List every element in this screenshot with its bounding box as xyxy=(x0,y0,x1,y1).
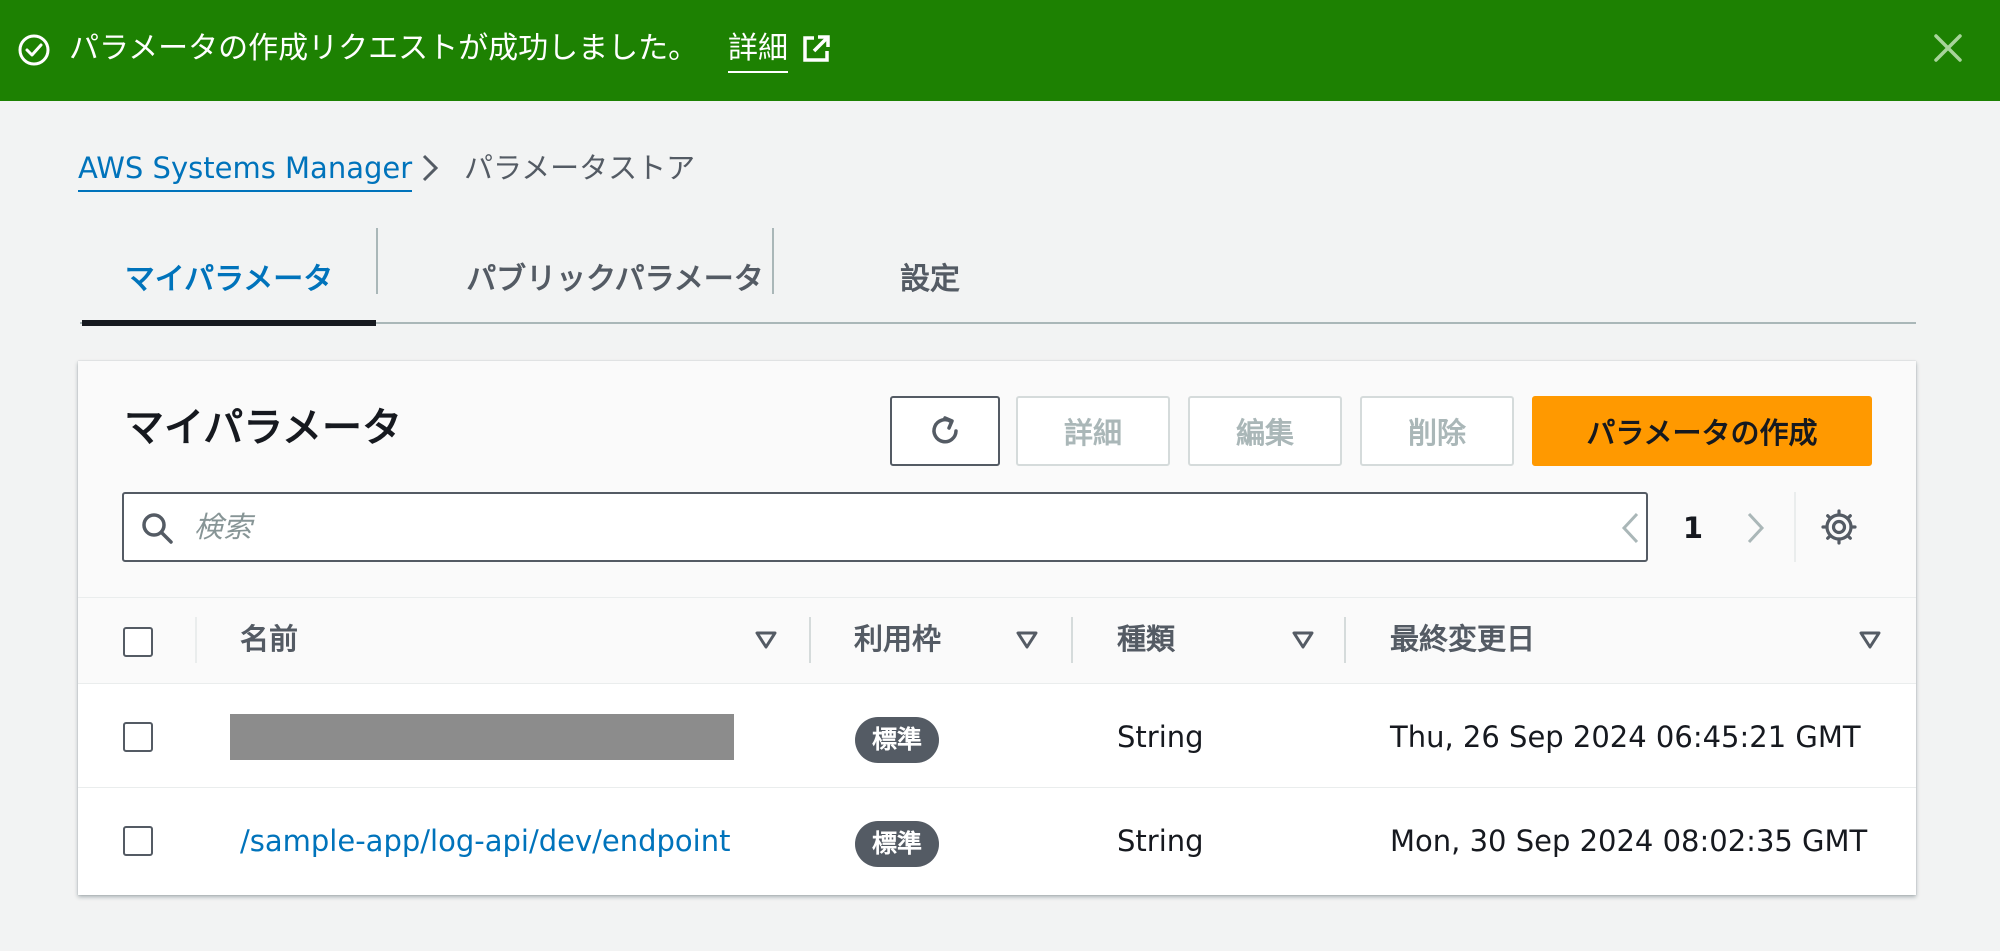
tab-settings[interactable]: 設定 xyxy=(774,228,1086,324)
external-link-icon[interactable] xyxy=(800,33,832,65)
chevron-right-icon[interactable] xyxy=(1738,509,1772,547)
breadcrumb-link-systems-manager[interactable]: AWS Systems Manager xyxy=(78,146,413,192)
sort-down-icon[interactable] xyxy=(1015,630,1039,650)
parameters-panel: マイパラメータ 詳細 編集 削除 パラメータの作成 1 xyxy=(78,361,1916,895)
column-divider[interactable] xyxy=(1071,617,1073,663)
chevron-right-icon xyxy=(422,154,439,182)
column-header-type[interactable]: 種類 xyxy=(1117,617,1175,661)
breadcrumb-current: パラメータストア xyxy=(464,151,696,185)
sort-down-icon[interactable] xyxy=(754,630,778,650)
delete-button[interactable]: 削除 xyxy=(1360,396,1514,466)
column-divider[interactable] xyxy=(809,617,811,663)
check-circle-icon xyxy=(18,34,50,66)
refresh-icon xyxy=(932,416,958,444)
column-header-name[interactable]: 名前 xyxy=(240,617,298,661)
search-box xyxy=(122,492,1648,562)
redacted-parameter-name xyxy=(230,714,734,760)
table-header: 名前 利用枠 種類 最終変更日 xyxy=(78,598,1916,684)
column-header-tier[interactable]: 利用枠 xyxy=(854,617,941,661)
flash-details-link[interactable]: 詳細 xyxy=(728,27,788,73)
row-checkbox[interactable] xyxy=(123,826,153,856)
create-parameter-button[interactable]: パラメータの作成 xyxy=(1532,396,1872,466)
panel-header: マイパラメータ 詳細 編集 削除 パラメータの作成 1 xyxy=(78,361,1916,598)
last-modified-date: Thu, 26 Sep 2024 06:45:21 GMT xyxy=(1390,720,1861,754)
tab-my-parameters[interactable]: マイパラメータ xyxy=(82,228,376,326)
search-input[interactable] xyxy=(194,502,1624,552)
sort-down-icon[interactable] xyxy=(1858,630,1882,650)
tier-badge: 標準 xyxy=(855,717,940,763)
row-checkbox[interactable] xyxy=(123,722,153,752)
parameter-type: String xyxy=(1117,824,1204,858)
flash-message: パラメータの作成リクエストが成功しました。 xyxy=(69,31,699,66)
last-modified-date: Mon, 30 Sep 2024 08:02:35 GMT xyxy=(1390,824,1868,858)
current-page-number[interactable]: 1 xyxy=(1680,506,1706,550)
success-flash-banner: パラメータの作成リクエストが成功しました。 詳細 xyxy=(0,0,2000,101)
edit-button[interactable]: 編集 xyxy=(1188,396,1342,466)
column-divider[interactable] xyxy=(1344,617,1346,663)
select-all-checkbox[interactable] xyxy=(123,627,153,657)
refresh-button[interactable] xyxy=(890,396,1000,466)
column-header-last-modified[interactable]: 最終変更日 xyxy=(1390,617,1535,661)
search-icon xyxy=(142,513,173,544)
sort-down-icon[interactable] xyxy=(1291,630,1315,650)
tab-list: マイパラメータ パブリックパラメータ 設定 xyxy=(80,228,1916,326)
table-row[interactable]: /sample-app/log-api/dev/endpoint 標準 Stri… xyxy=(78,789,1916,893)
close-icon[interactable] xyxy=(1930,30,1966,66)
column-divider xyxy=(195,617,197,663)
pager-divider xyxy=(1794,492,1796,562)
details-button[interactable]: 詳細 xyxy=(1016,396,1170,466)
chevron-left-icon[interactable] xyxy=(1614,509,1648,547)
parameter-name-link[interactable]: /sample-app/log-api/dev/endpoint xyxy=(240,819,730,863)
tier-badge: 標準 xyxy=(855,821,940,867)
parameter-type: String xyxy=(1117,720,1204,754)
panel-title: マイパラメータ xyxy=(124,405,402,451)
gear-icon[interactable] xyxy=(1820,508,1858,546)
table-row[interactable]: 標準 String Thu, 26 Sep 2024 06:45:21 GMT xyxy=(78,684,1916,788)
